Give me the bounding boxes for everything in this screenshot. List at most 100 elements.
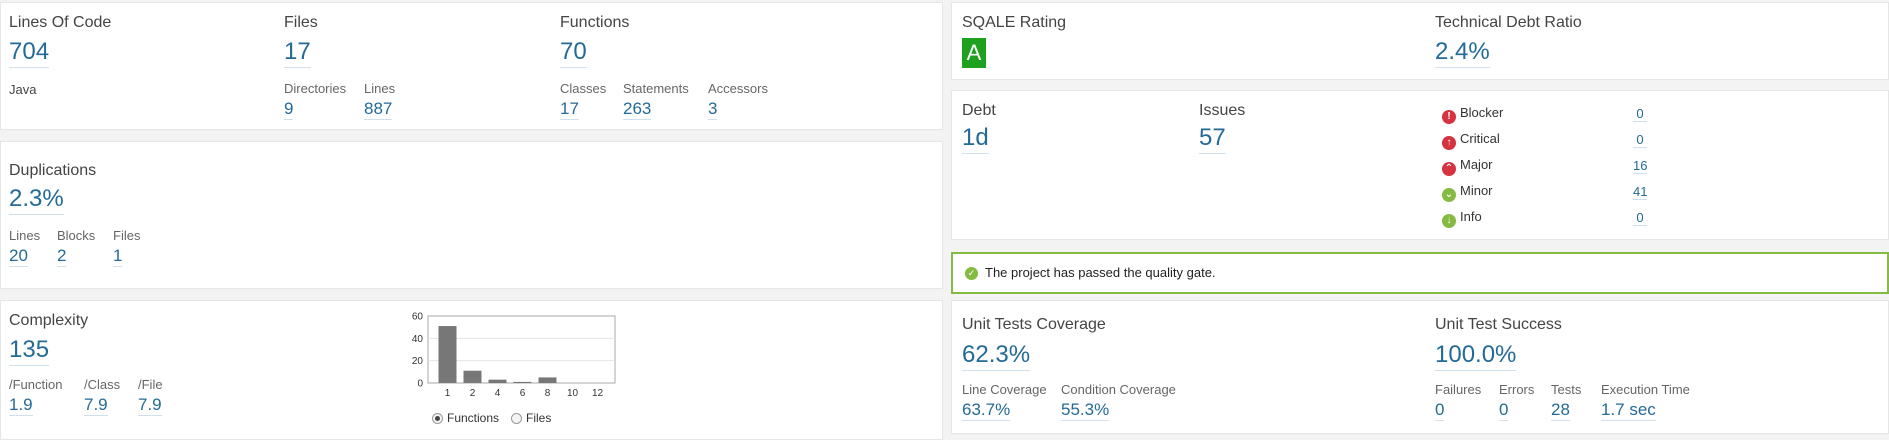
condition-coverage-label: Condition Coverage (1061, 382, 1176, 397)
statements-label: Statements (623, 81, 689, 96)
severity-minor: ⌄ Minor (1442, 183, 1493, 202)
complexity-bar (513, 381, 532, 383)
per-class-label: /Class (84, 377, 121, 392)
radio-files-label: Files (526, 411, 552, 425)
files-title: Files (284, 14, 318, 31)
debt-ratio-value[interactable]: 2.4% (1435, 38, 1490, 68)
x-tick-label: 8 (545, 388, 551, 397)
severity-critical: ↑ Critical (1442, 131, 1500, 150)
y-tick-label: 0 (417, 379, 423, 390)
major-count[interactable]: 16 (1633, 158, 1647, 174)
radio-files-button[interactable] (511, 413, 522, 424)
severity-label: Critical (1460, 131, 1500, 146)
radio-functions-label: Functions (447, 411, 500, 425)
sqale-rating-badge[interactable]: A (962, 38, 986, 68)
per-class-value: 7.9 (84, 395, 108, 416)
lines-value[interactable]: 887 (364, 99, 393, 120)
debt-title: Debt (962, 102, 996, 119)
critical-icon: ↑ (1442, 136, 1456, 150)
failures-label: Failures (1435, 382, 1482, 397)
complexity-bar (538, 377, 557, 383)
x-tick-label: 4 (495, 388, 501, 397)
tests-label: Tests (1551, 382, 1582, 397)
info-count[interactable]: 0 (1633, 210, 1647, 226)
complexity-distribution-chart: 02040601 2 4 6 8 10 12 (412, 312, 616, 397)
complexity-widget: Complexity 135 /Function 1.9 /Class 7.9 … (0, 300, 943, 440)
classes-value[interactable]: 17 (560, 99, 579, 120)
statements-value[interactable]: 263 (623, 99, 652, 120)
per-function-value: 1.9 (9, 395, 33, 416)
tests-value[interactable]: 28 (1551, 400, 1570, 421)
errors-label: Errors (1499, 382, 1535, 397)
debt-value[interactable]: 1d (962, 124, 989, 154)
execution-time-value[interactable]: 1.7 sec (1601, 400, 1656, 421)
failures-value[interactable]: 0 (1435, 400, 1445, 421)
condition-coverage-value[interactable]: 55.3% (1061, 400, 1110, 421)
blocker-icon: ! (1442, 110, 1456, 124)
test-success-value[interactable]: 100.0% (1435, 341, 1517, 371)
dup-blocks-label: Blocks (57, 228, 96, 243)
severity-major: ⌃ Major (1442, 157, 1493, 176)
per-function-label: /Function (9, 377, 63, 392)
classes-label: Classes (560, 81, 607, 96)
minor-count[interactable]: 41 (1633, 184, 1647, 200)
duplications-value[interactable]: 2.3% (9, 185, 64, 215)
duplications-title: Duplications (9, 162, 97, 179)
x-tick-label: 10 (567, 388, 579, 397)
test-success-title: Unit Test Success (1435, 316, 1562, 333)
radio-functions[interactable]: Functions (432, 411, 499, 425)
severity-info: ↓ Info (1442, 209, 1482, 228)
directories-label: Directories (284, 81, 347, 96)
functions-value[interactable]: 70 (560, 38, 587, 68)
complexity-value[interactable]: 135 (9, 336, 50, 366)
radio-files[interactable]: Files (511, 411, 551, 425)
language-label: Java (9, 82, 37, 97)
blocker-count[interactable]: 0 (1633, 106, 1647, 122)
x-tick-label: 6 (520, 388, 526, 397)
dup-blocks-value[interactable]: 2 (57, 246, 67, 267)
x-tick-label: 12 (592, 388, 604, 397)
complexity-bar (463, 370, 482, 383)
dup-lines-label: Lines (9, 228, 41, 243)
radio-functions-button[interactable] (432, 413, 443, 424)
quality-gate-message: The project has passed the quality gate. (985, 265, 1216, 280)
technical-debt-rating-widget: SQALE Rating A Technical Debt Ratio 2.4% (951, 2, 1889, 80)
critical-count[interactable]: 0 (1633, 132, 1647, 148)
duplications-widget: Duplications 2.3% Lines 20 Blocks 2 File… (0, 141, 943, 289)
coverage-value[interactable]: 62.3% (962, 341, 1031, 371)
per-file-label: /File (138, 377, 163, 392)
accessors-value[interactable]: 3 (708, 99, 718, 120)
minor-icon: ⌄ (1442, 188, 1456, 202)
debt-ratio-title: Technical Debt Ratio (1435, 14, 1582, 31)
y-tick-label: 20 (412, 356, 424, 367)
files-value[interactable]: 17 (284, 38, 311, 68)
major-icon: ⌃ (1442, 162, 1456, 176)
severity-label: Info (1460, 209, 1482, 224)
execution-time-label: Execution Time (1601, 382, 1690, 397)
quality-gate-banner: ✓ The project has passed the quality gat… (951, 252, 1889, 294)
severity-label: Blocker (1460, 105, 1504, 120)
coverage-title: Unit Tests Coverage (962, 316, 1106, 333)
issues-value[interactable]: 57 (1199, 124, 1226, 154)
per-file-value: 7.9 (138, 395, 162, 416)
severity-blocker: ! Blocker (1442, 105, 1504, 124)
issues-widget: Debt 1d Issues 57 ! Blocker 0 ↑ Critical 0… (951, 90, 1889, 240)
dup-lines-value[interactable]: 20 (9, 246, 28, 267)
info-icon: ↓ (1442, 214, 1456, 228)
complexity-title: Complexity (9, 312, 89, 329)
lines-of-code-value[interactable]: 704 (9, 38, 50, 68)
size-widget: Lines Of Code 704 Java Files 17 Director… (0, 2, 943, 130)
lines-label: Lines (364, 81, 396, 96)
quality-gate-ok-icon: ✓ (965, 267, 978, 280)
dup-files-value[interactable]: 1 (113, 246, 123, 267)
line-coverage-label: Line Coverage (962, 382, 1047, 397)
severity-label: Major (1460, 157, 1493, 172)
issues-title: Issues (1199, 102, 1246, 119)
directories-value[interactable]: 9 (284, 99, 294, 120)
complexity-bar (438, 326, 457, 383)
errors-value[interactable]: 0 (1499, 400, 1509, 421)
coverage-widget: Unit Tests Coverage 62.3% Line Coverage … (951, 300, 1889, 434)
sqale-rating-title: SQALE Rating (962, 14, 1067, 31)
y-tick-label: 60 (412, 312, 424, 323)
line-coverage-value[interactable]: 63.7% (962, 400, 1011, 421)
